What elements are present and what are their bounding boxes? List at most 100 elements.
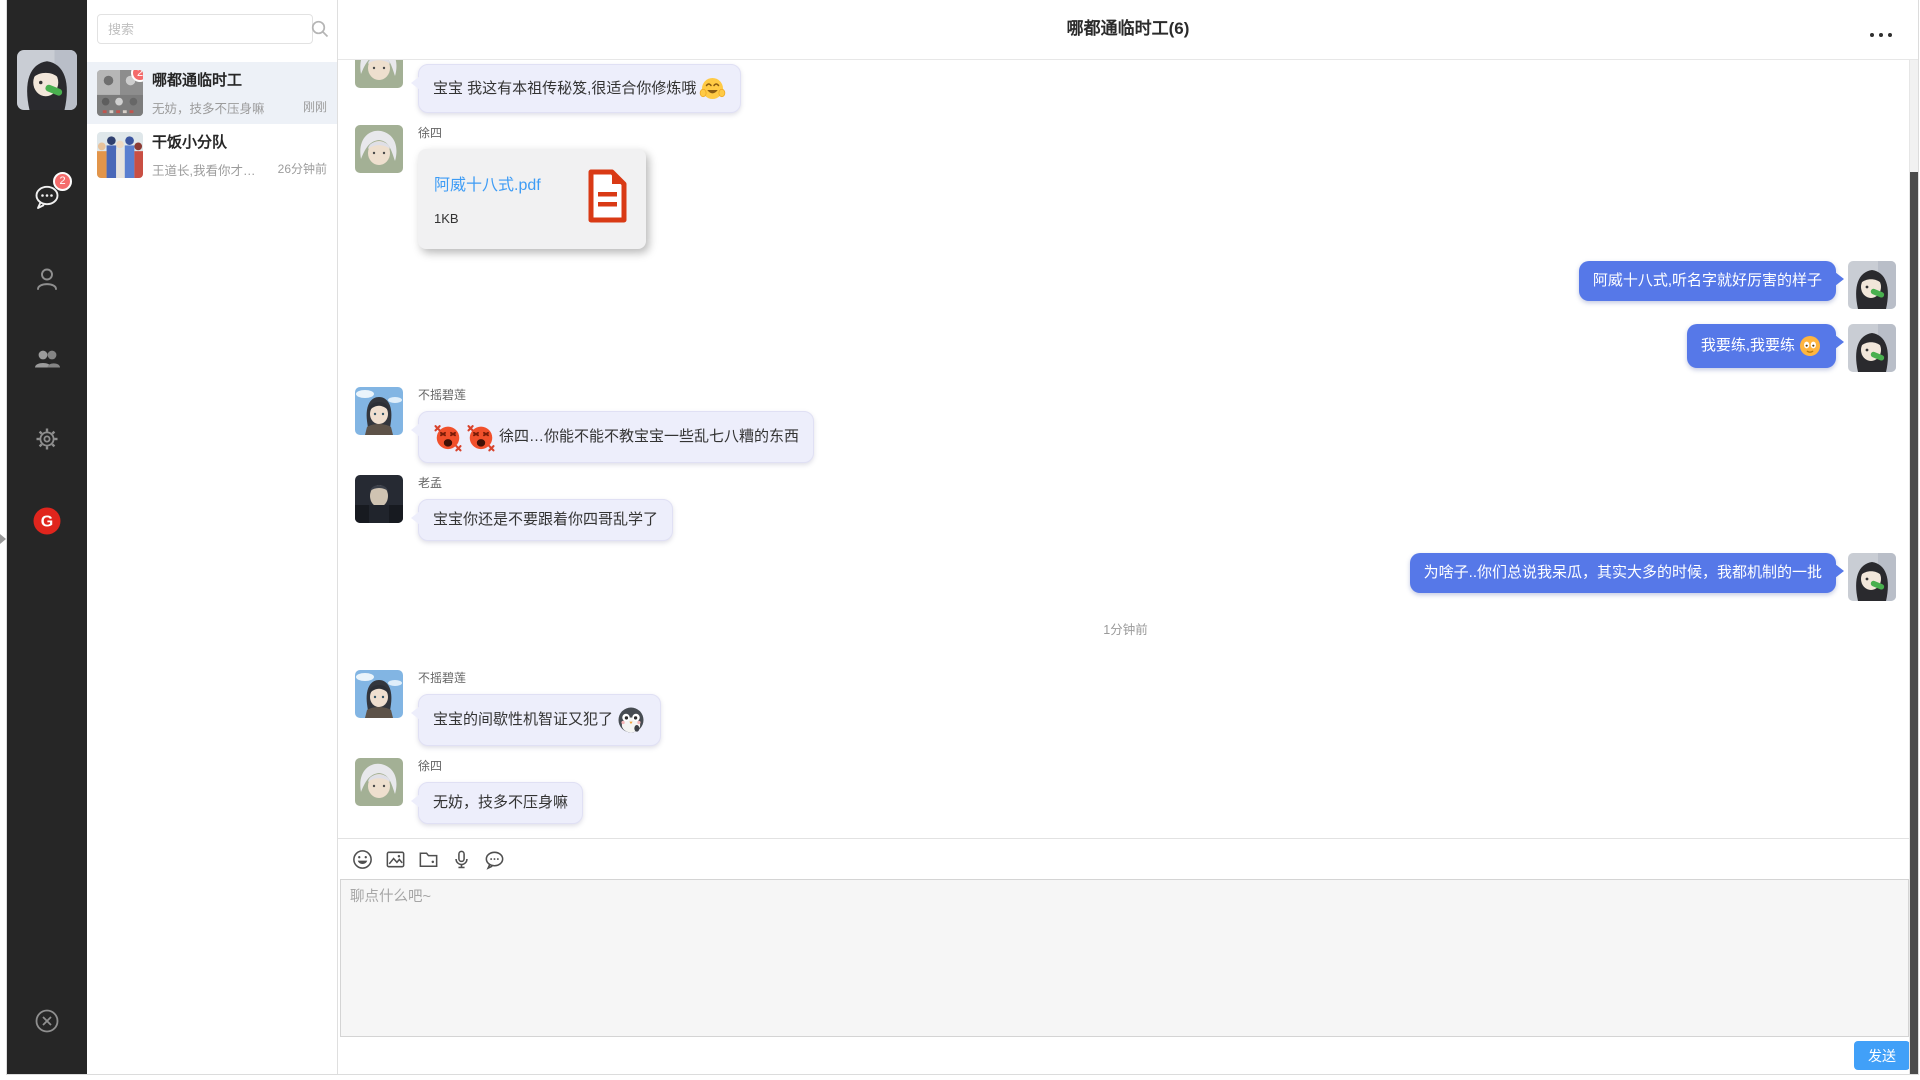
avatar-bilian[interactable] [355,387,403,435]
message-row: 不摇碧莲宝宝的间歇性机智证又犯了 [355,670,1896,746]
sender-name: 徐四 [418,758,583,774]
message-bubble: 阿威十八式,听名字就好厉害的样子 [1579,261,1836,301]
hug-face-emoji [699,75,726,102]
search-bar [97,14,313,44]
chat-item-time: 刚刚 [303,98,327,116]
message-text: 宝宝你还是不要跟着你四哥乱学了 [433,510,658,530]
avatar-baobao[interactable] [1848,324,1896,372]
chat-header: 哪都通临时工(6) [338,0,1918,60]
penguin-emoji [616,705,646,735]
message-content: 徐四无妨，技多不压身嘛 [418,758,583,824]
more-menu-icon[interactable] [1868,26,1894,34]
message-row: 为啥子..你们总说我呆瓜，其实大多的时候，我都机制的一批 [355,553,1896,601]
message-text: 徐四…你能不能不教宝宝一些乱七八糟的东西 [499,427,799,447]
message-list: 徐四宝宝 我这有本祖传秘笈,很适合你修炼哦徐四阿威十八式.pdf1KB阿威十八式… [338,60,1918,838]
chat-item-title: 干饭小分队 [152,133,327,153]
folder-icon[interactable] [417,848,440,871]
message-content: 徐四宝宝 我这有本祖传秘笈,很适合你修炼哦 [418,60,741,113]
search-icon[interactable] [309,18,331,40]
avatar-baobao[interactable] [1848,261,1896,309]
main-chat-panel: 哪都通临时工(6) 徐四宝宝 我这有本祖传秘笈,很适合你修炼哦徐四阿威十八式.p… [338,0,1918,1074]
avatar-xusi[interactable] [355,758,403,806]
left-sidebar: 2 G [7,0,87,1074]
sender-name: 徐四 [418,125,646,141]
message-text: 阿威十八式,听名字就好厉害的样子 [1593,271,1822,291]
sender-name: 不摇碧莲 [418,670,661,686]
sender-name: 不摇碧莲 [418,387,814,403]
message-row: 徐四宝宝 我这有本祖传秘笈,很适合你修炼哦 [355,60,1896,113]
time-divider: 1分钟前 [355,619,1896,638]
avatar-xusi[interactable] [355,125,403,173]
chat-list-item[interactable]: 2 哪都通临时工 无妨，技多不压身嘛 刚刚 [87,62,337,124]
chat-unread-badge: 2 [53,172,72,191]
contacts-person-icon[interactable] [32,264,62,294]
app-window: 2 G 2 [6,0,1919,1075]
message-bubble: 宝宝 我这有本祖传秘笈,很适合你修炼哦 [418,64,741,113]
send-button[interactable]: 发送 [1854,1041,1910,1070]
message-row: 我要练,我要练 [355,324,1896,372]
send-row: 发送 [338,1037,1918,1074]
message-content: 为啥子..你们总说我呆瓜，其实大多的时候，我都机制的一批 [1410,553,1836,593]
emoji-smiley-icon[interactable] [351,848,374,871]
message-bubble: 无妨，技多不压身嘛 [418,782,583,824]
avatar-laomeng[interactable] [355,475,403,523]
file-size: 1KB [434,211,587,226]
message-text: 我要练,我要练 [1701,336,1795,356]
chat-item-text: 哪都通临时工 无妨，技多不压身嘛 刚刚 [152,70,327,116]
chat-list-item[interactable]: 干饭小分队 王道长,我看你才… 26分钟前 [87,124,337,186]
angry-face-emoji [433,422,463,452]
message-content: 徐四阿威十八式.pdf 1KB [418,125,646,249]
message-text: 宝宝的间歇性机智证又犯了 [433,710,613,730]
group-avatar [97,132,143,178]
message-row: 阿威十八式,听名字就好厉害的样子 [355,261,1896,309]
message-text: 宝宝 我这有本祖传秘笈,很适合你修炼哦 [433,79,696,99]
user-avatar[interactable] [17,50,77,110]
image-picture-icon[interactable] [384,848,407,871]
composer-toolbar [338,839,1918,879]
message-text: 为啥子..你们总说我呆瓜，其实大多的时候，我都机制的一批 [1424,563,1822,583]
group-avatar: 2 [97,70,143,116]
angry-face-emoji [466,422,496,452]
message-content: 不摇碧莲徐四…你能不能不教宝宝一些乱七八糟的东西 [418,387,814,463]
message-bubble: 宝宝你还是不要跟着你四哥乱学了 [418,499,673,541]
close-circle-icon[interactable] [32,1006,62,1036]
message-bubble: 徐四…你能不能不教宝宝一些乱七八糟的东西 [418,411,814,463]
pdf-file-icon [587,169,628,223]
message-input[interactable] [340,879,1909,1037]
message-row: 徐四阿威十八式.pdf 1KB [355,125,1896,249]
chat-title: 哪都通临时工(6) [338,0,1918,58]
chat-item-title: 哪都通临时工 [152,71,327,91]
chat-bubble-icon[interactable] [483,848,506,871]
message-content: 不摇碧莲宝宝的间歇性机智证又犯了 [418,670,661,746]
chat-item-text: 干饭小分队 王道长,我看你才… 26分钟前 [152,132,327,178]
message-bubble: 我要练,我要练 [1687,324,1836,368]
avatar-baobao[interactable] [1848,553,1896,601]
message-row: 徐四无妨，技多不压身嘛 [355,758,1896,824]
message-row: 老孟宝宝你还是不要跟着你四哥乱学了 [355,475,1896,541]
scrollbar-thumb[interactable] [1910,172,1918,1074]
message-row: 不摇碧莲徐四…你能不能不教宝宝一些乱七八糟的东西 [355,387,1896,463]
avatar-xusi[interactable] [355,60,403,88]
settings-gear-icon[interactable] [32,424,62,454]
message-bubble: 宝宝的间歇性机智证又犯了 [418,694,661,746]
message-bubble: 为啥子..你们总说我呆瓜，其实大多的时候，我都机制的一批 [1410,553,1836,593]
message-content: 老孟宝宝你还是不要跟着你四哥乱学了 [418,475,673,541]
group-people-icon[interactable] [32,344,62,374]
avatar-bilian[interactable] [355,670,403,718]
file-name[interactable]: 阿威十八式.pdf [434,171,587,195]
chat-item-time: 26分钟前 [278,160,327,178]
melt-face-emoji [1798,334,1822,358]
message-content: 阿威十八式,听名字就好厉害的样子 [1579,261,1836,301]
scrollbar-track[interactable] [1909,60,1918,1074]
composer: 发送 [338,838,1918,1074]
search-input[interactable] [97,14,313,44]
message-content: 我要练,我要练 [1687,324,1836,368]
chat-item-last-message: 无妨，技多不压身嘛 [152,98,299,116]
chat-item-last-message: 王道长,我看你才… [152,160,274,178]
microphone-icon[interactable] [450,848,473,871]
chat-list-panel: 2 哪都通临时工 无妨，技多不压身嘛 刚刚 干饭小分队 王道长,我看你才… 26… [87,0,338,1074]
g-logo-icon[interactable]: G [32,506,62,536]
file-attachment[interactable]: 阿威十八式.pdf 1KB [418,149,646,249]
message-text: 无妨，技多不压身嘛 [433,793,568,813]
svg-text:G: G [41,514,53,531]
